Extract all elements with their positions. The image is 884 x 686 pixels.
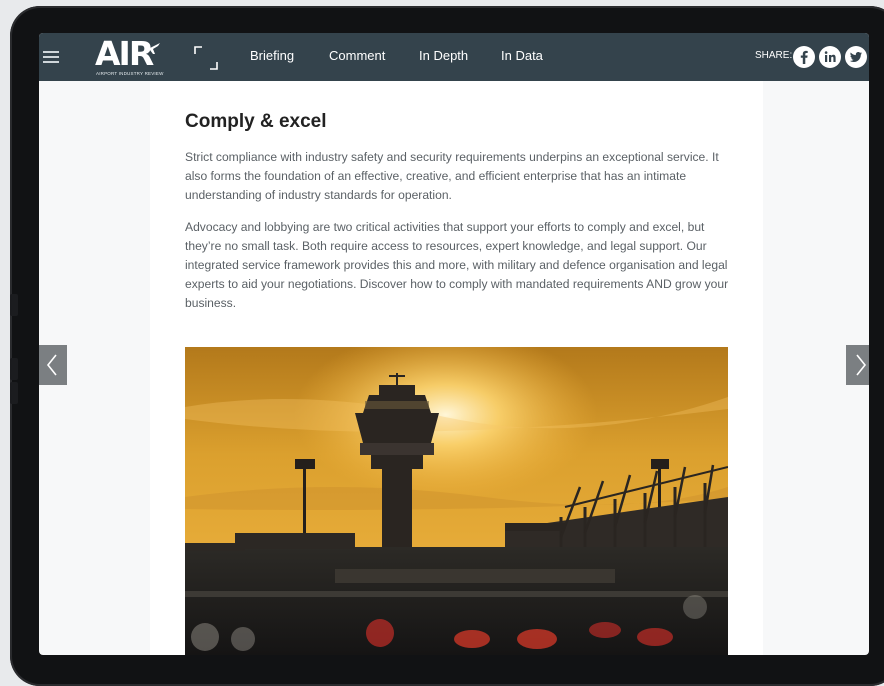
article-heading: Comply & excel <box>185 111 327 132</box>
linkedin-icon[interactable] <box>819 46 841 68</box>
device-side-button <box>10 382 18 404</box>
nav-link-comment[interactable]: Comment <box>329 48 385 63</box>
device-side-button <box>10 358 18 380</box>
fullscreen-icon[interactable] <box>194 46 218 70</box>
nav-link-in-depth[interactable]: In Depth <box>419 48 468 63</box>
previous-page-button[interactable] <box>39 345 67 385</box>
tablet-screen: AIR AIRPORT INDUSTRY REVIEW Briefing Com… <box>39 33 869 655</box>
article-paragraph-2: Advocacy and lobbying are two critical a… <box>185 220 729 310</box>
nav-link-briefing[interactable]: Briefing <box>250 48 294 63</box>
article-paragraph-1: Strict compliance with industry safety a… <box>185 150 719 202</box>
device-side-button <box>10 294 18 316</box>
top-navigation-bar: AIR AIRPORT INDUSTRY REVIEW Briefing Com… <box>39 33 869 81</box>
menu-icon[interactable] <box>43 51 59 63</box>
twitter-icon[interactable] <box>845 46 867 68</box>
share-label: SHARE: <box>755 50 793 61</box>
site-logo[interactable]: AIR AIRPORT INDUSTRY REVIEW <box>95 37 163 77</box>
logo-subtitle: AIRPORT INDUSTRY REVIEW <box>96 71 164 76</box>
next-page-button[interactable] <box>846 345 869 385</box>
airplane-icon <box>146 43 160 54</box>
facebook-icon[interactable] <box>793 46 815 68</box>
article-panel: Comply & excel Strict compliance with in… <box>150 81 763 655</box>
chevron-right-icon <box>856 354 867 376</box>
chevron-left-icon <box>46 354 57 376</box>
logo-text: AIR <box>95 34 154 73</box>
control-tower-sunset-photo <box>185 347 728 655</box>
nav-link-in-data[interactable]: In Data <box>501 48 543 63</box>
